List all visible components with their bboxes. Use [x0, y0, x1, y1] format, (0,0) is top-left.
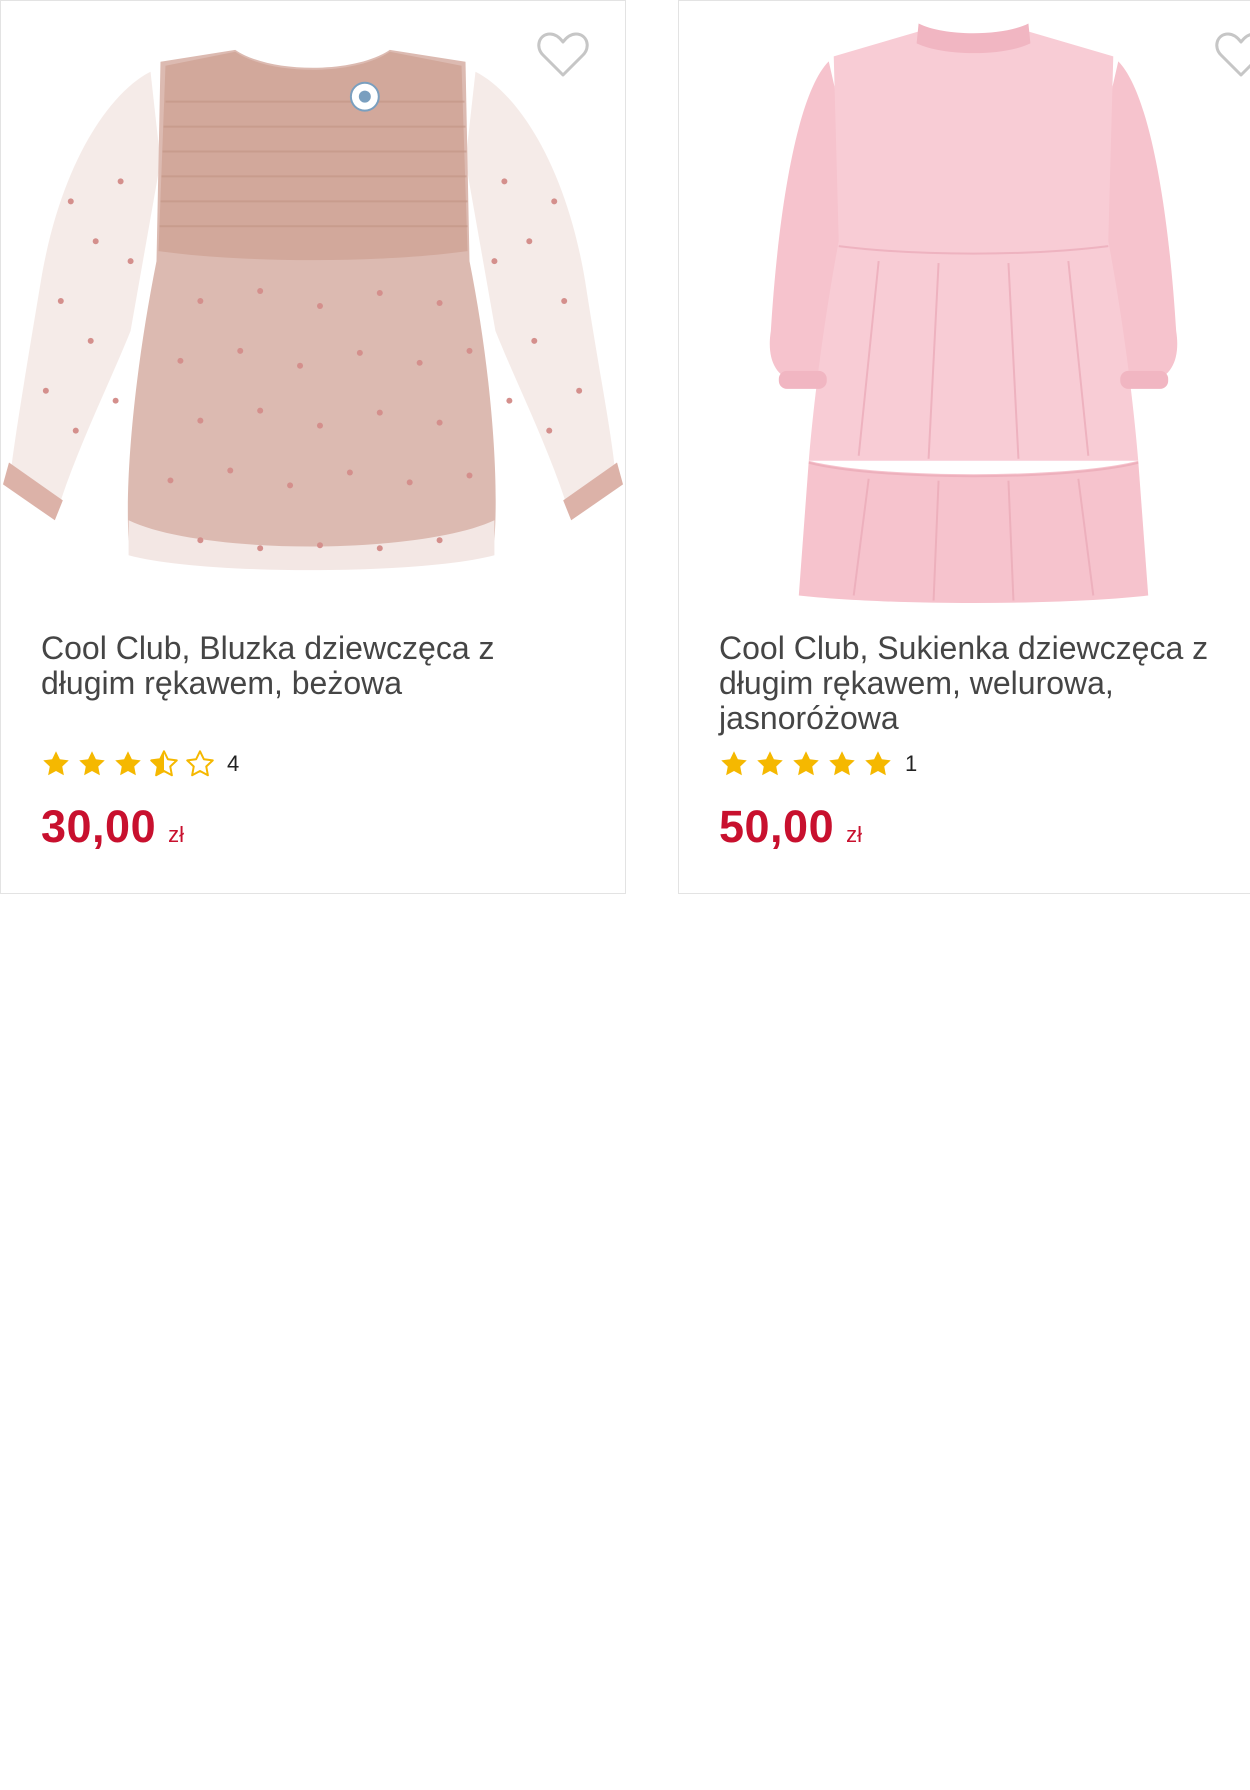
price-currency: zł — [846, 822, 863, 847]
star-full-icon — [79, 751, 105, 776]
star-full-icon — [865, 751, 891, 776]
product-image[interactable] — [1, 1, 625, 606]
product-grid: Cool Club, Bluzka dziewczęca z długim rę… — [0, 0, 1250, 900]
product-title[interactable]: Cool Club, Sukienka dziewczęca z długim … — [719, 631, 1250, 736]
star-half-icon — [150, 750, 178, 777]
star-full-icon — [721, 751, 747, 776]
price-amount: 50,00 — [719, 801, 835, 852]
heart-outline-icon[interactable] — [536, 29, 590, 79]
product-rating: 4 — [41, 748, 239, 780]
product-rating: 1 — [719, 748, 917, 780]
star-full-icon — [829, 751, 855, 776]
product-price: 30,00 zł — [41, 801, 184, 853]
star-full-icon — [43, 751, 69, 776]
product-title[interactable]: Cool Club, Bluzka dziewczęca z długim rę… — [41, 631, 581, 701]
star-full-icon — [115, 751, 141, 776]
product-image[interactable] — [679, 1, 1250, 606]
rating-count: 4 — [227, 751, 240, 776]
heart-outline-icon[interactable] — [1214, 29, 1250, 79]
star-full-icon — [757, 751, 783, 776]
price-currency: zł — [168, 822, 185, 847]
rating-count: 1 — [905, 751, 918, 776]
star-full-icon — [793, 751, 819, 776]
product-price: 50,00 zł — [719, 801, 862, 853]
price-amount: 30,00 — [41, 801, 157, 852]
product-card[interactable]: Cool Club, Sukienka dziewczęca z długim … — [678, 0, 1250, 894]
star-empty-icon — [186, 750, 214, 777]
product-card[interactable]: Cool Club, Bluzka dziewczęca z długim rę… — [0, 0, 626, 894]
